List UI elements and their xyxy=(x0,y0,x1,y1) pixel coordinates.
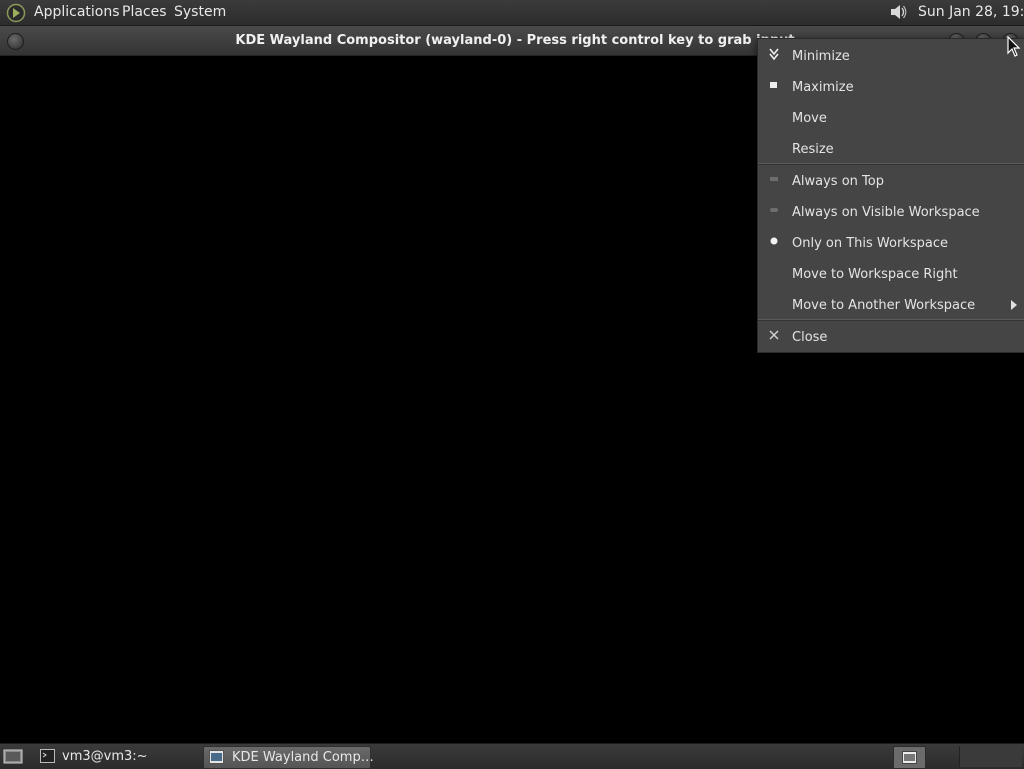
window-menu: Minimize Maximize Move Resize Always on … xyxy=(757,38,1024,353)
radio-selected-icon xyxy=(770,237,778,245)
menu-separator xyxy=(758,163,1024,165)
menu-item-label: Always on Visible Workspace xyxy=(792,205,980,220)
workspace-1[interactable] xyxy=(893,746,926,769)
menu-item-always-on-top[interactable]: Always on Top xyxy=(758,167,1024,193)
menu-item-label: Move to Workspace Right xyxy=(792,267,958,282)
taskbar-item-label: KDE Wayland Comp… xyxy=(232,750,374,765)
mouse-pointer-icon xyxy=(1007,36,1021,57)
bottom-panel: vm3@vm3:~ KDE Wayland Comp… xyxy=(0,743,1024,769)
clock[interactable]: Sun Jan 28, 19:02 xyxy=(918,4,1024,20)
menu-item-label: Only on This Workspace xyxy=(792,236,948,251)
maximize-icon xyxy=(770,82,777,88)
applications-menu[interactable]: Applications xyxy=(34,4,120,20)
submenu-arrow-icon xyxy=(1011,300,1017,310)
menu-item-label: Move to Another Workspace xyxy=(792,298,976,313)
menu-item-only-on-this-workspace[interactable]: Only on This Workspace xyxy=(758,229,1024,255)
system-menu[interactable]: System xyxy=(174,4,226,20)
menu-separator xyxy=(758,319,1024,321)
menu-item-label: Minimize xyxy=(792,49,850,64)
menu-item-label: Move xyxy=(792,111,827,126)
menu-item-move-to-another-workspace[interactable]: Move to Another Workspace xyxy=(758,291,1024,317)
menu-item-minimize[interactable]: Minimize xyxy=(758,42,1024,68)
close-icon xyxy=(769,330,779,340)
volume-icon[interactable] xyxy=(888,2,908,22)
menu-item-move[interactable]: Move xyxy=(758,104,1024,130)
show-desktop-icon[interactable] xyxy=(3,748,23,765)
distro-logo-icon[interactable] xyxy=(6,3,26,23)
menu-item-maximize[interactable]: Maximize xyxy=(758,73,1024,99)
taskbar-item-label: vm3@vm3:~ xyxy=(62,749,148,764)
workspace-2[interactable] xyxy=(959,746,1022,767)
menu-item-resize[interactable]: Resize xyxy=(758,135,1024,161)
taskbar-item-kde-wayland[interactable]: KDE Wayland Comp… xyxy=(203,746,374,769)
terminal-icon xyxy=(40,749,55,763)
menu-item-close[interactable]: Close xyxy=(758,323,1024,349)
places-menu[interactable]: Places xyxy=(122,4,167,20)
minimize-icon xyxy=(769,48,779,61)
check-box-icon xyxy=(770,177,778,181)
check-box-icon xyxy=(770,208,778,212)
menu-item-move-to-workspace-right[interactable]: Move to Workspace Right xyxy=(758,260,1024,286)
top-panel: Applications Places System Sun Jan 28, 1… xyxy=(0,0,1024,26)
menu-item-label: Maximize xyxy=(792,80,854,95)
menu-item-label: Always on Top xyxy=(792,174,884,189)
menu-item-always-on-visible-workspace[interactable]: Always on Visible Workspace xyxy=(758,198,1024,224)
window-icon xyxy=(209,750,224,764)
window-icon xyxy=(902,751,917,764)
menu-item-label: Resize xyxy=(792,142,834,157)
taskbar-item-terminal[interactable]: vm3@vm3:~ xyxy=(34,746,194,767)
menu-item-label: Close xyxy=(792,330,828,345)
